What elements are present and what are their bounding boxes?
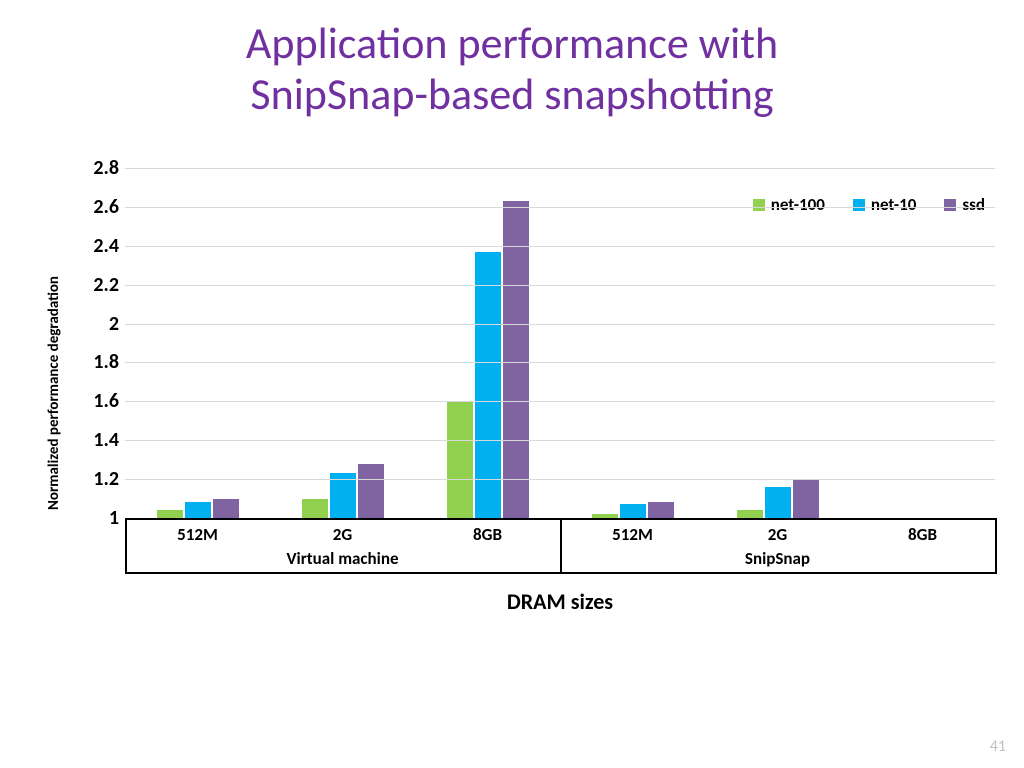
y-tick-label: 2.2: [71, 273, 119, 297]
bar-net-100: [447, 401, 473, 518]
bar-net-100: [302, 499, 328, 518]
grid-line: [125, 401, 995, 402]
bar-ssd: [213, 499, 239, 518]
y-tick-label: 1.6: [71, 389, 119, 413]
group-label: Virtual machine: [286, 548, 398, 569]
y-tick-label: 1: [71, 506, 119, 530]
x-axis-label: DRAM sizes: [125, 588, 995, 615]
y-tick-label: 2.4: [71, 234, 119, 258]
y-tick-label: 1.2: [71, 467, 119, 491]
plot-area: net-100 net-10 ssd 11.21.41.61.822.22.42…: [125, 168, 995, 520]
bars-layer: [125, 168, 995, 518]
grid-line: [125, 168, 995, 169]
grid-line: [125, 207, 995, 208]
bar-net-10: [620, 504, 646, 518]
bar-ssd: [648, 502, 674, 518]
y-axis-label: Normalized performance degradation: [45, 276, 63, 510]
title-line-1: Application performance with: [246, 16, 778, 70]
bar-ssd: [503, 201, 529, 518]
y-tick-label: 2.8: [71, 156, 119, 180]
y-tick-label: 1.4: [71, 428, 119, 452]
group-label: SnipSnap: [745, 548, 810, 569]
bar-net-100: [737, 510, 763, 518]
y-tick-label: 1.8: [71, 350, 119, 374]
title-line-2: SnipSnap-based snapshotting: [250, 67, 773, 121]
grid-line: [125, 324, 995, 325]
bar-ssd: [793, 479, 819, 518]
bar-net-100: [157, 510, 183, 518]
y-tick-label: 2: [71, 312, 119, 336]
grid-line: [125, 440, 995, 441]
bar-net-10: [185, 502, 211, 518]
grid-line: [125, 285, 995, 286]
y-tick-label: 2.6: [71, 195, 119, 219]
grid-line: [125, 246, 995, 247]
page-number: 41: [990, 737, 1006, 756]
bar-net-10: [765, 487, 791, 518]
chart: Normalized performance degradation net-1…: [55, 168, 995, 588]
grid-line: [125, 479, 995, 480]
slide-title: Application performance with SnipSnap-ba…: [0, 18, 1024, 119]
bar-net-10: [475, 252, 501, 518]
bar-ssd: [358, 464, 384, 518]
grid-line: [125, 362, 995, 363]
